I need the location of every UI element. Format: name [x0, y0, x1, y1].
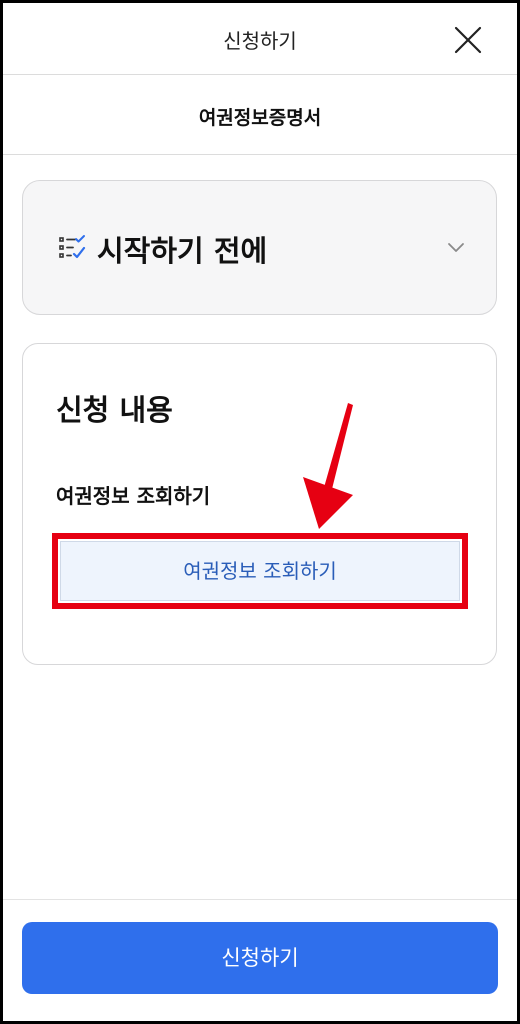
page-title: 신청하기	[223, 29, 297, 53]
checklist-icon	[59, 235, 86, 259]
submit-button[interactable]: 신청하기	[22, 922, 498, 994]
section-title: 신청 내용	[56, 393, 173, 427]
application-section: 신청 내용 여권정보 조회하기 여권정보 조회하기	[22, 343, 497, 665]
screen: 신청하기 여권정보증명서 시작하기 전에 신청 내용 여권정보 조회하기 여권정…	[3, 3, 517, 1021]
document-title: 여권정보증명서	[198, 107, 322, 129]
bottom-bar: 신청하기	[3, 899, 517, 1021]
document-header: 여권정보증명서	[3, 75, 517, 155]
field-label: 여권정보 조회하기	[56, 484, 211, 508]
top-bar: 신청하기	[3, 3, 517, 75]
close-icon[interactable]	[451, 23, 485, 57]
before-start-title: 시작하기 전에	[97, 234, 268, 268]
before-start-accordion[interactable]: 시작하기 전에	[22, 180, 497, 315]
chevron-down-icon[interactable]	[447, 240, 465, 254]
passport-lookup-button[interactable]: 여권정보 조회하기	[60, 541, 460, 601]
